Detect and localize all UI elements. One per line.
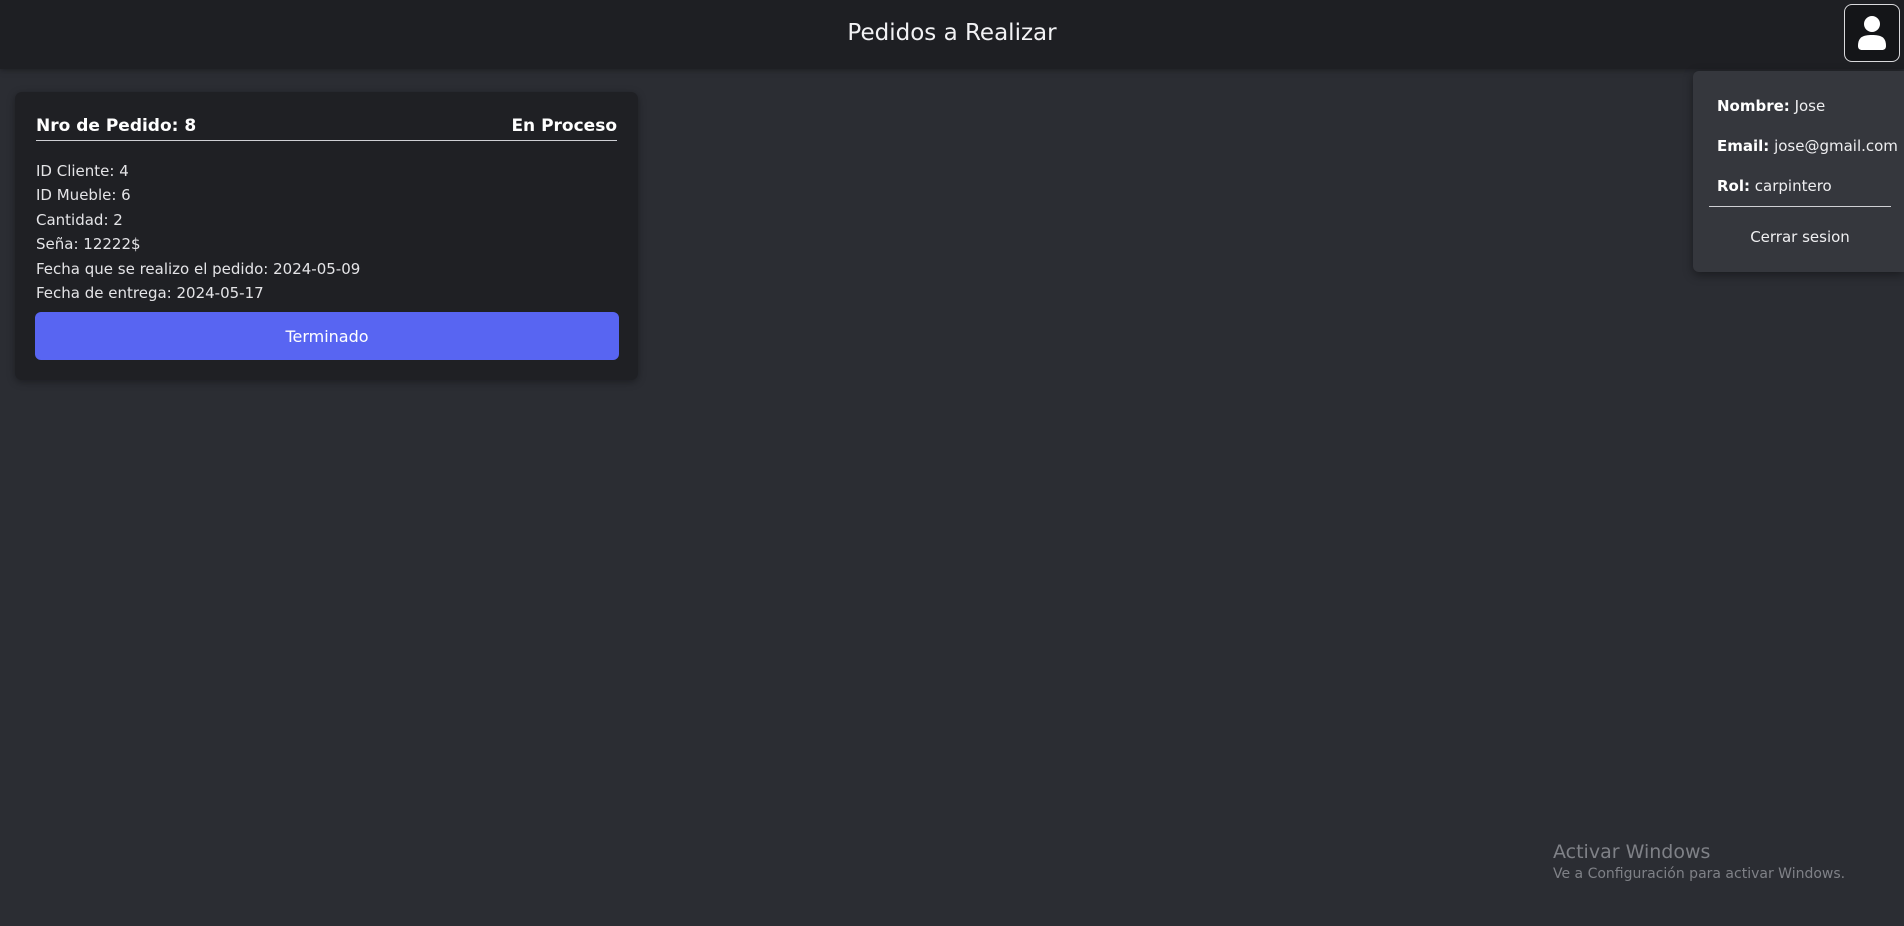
windows-activation-watermark: Activar Windows Ve a Configuración para … <box>1553 840 1845 884</box>
delivery-date: Fecha de entrega: 2024-05-17 <box>36 284 264 303</box>
user-role-row: Rol: carpintero <box>1717 177 1832 195</box>
user-name-value: Jose <box>1794 97 1826 115</box>
user-email-label: Email: <box>1717 137 1770 155</box>
user-email-value: jose@gmail.com <box>1774 137 1898 155</box>
user-icon <box>1858 16 1886 50</box>
user-menu-button[interactable] <box>1844 4 1900 62</box>
user-name-row: Nombre: Jose <box>1717 97 1825 115</box>
furniture-id: ID Mueble: 6 <box>36 186 131 205</box>
user-role-value: carpintero <box>1754 177 1832 195</box>
order-details: ID Cliente: 4 ID Mueble: 6 Cantidad: 2 S… <box>36 159 360 305</box>
user-name-label: Nombre: <box>1717 97 1790 115</box>
order-status: En Proceso <box>511 116 617 136</box>
page-title: Pedidos a Realizar <box>847 20 1057 46</box>
user-email-row: Email: jose@gmail.com <box>1717 137 1898 155</box>
order-number: Nro de Pedido: 8 <box>36 116 197 136</box>
order-date: Fecha que se realizo el pedido: 2024-05-… <box>36 259 361 278</box>
client-id: ID Cliente: 4 <box>36 162 129 180</box>
order-card: Nro de Pedido: 8 En Proceso ID Cliente: … <box>15 92 638 380</box>
quantity: Cantidad: 2 <box>36 210 123 229</box>
watermark-subtitle: Ve a Configuración para activar Windows. <box>1553 866 1846 882</box>
user-role-label: Rol: <box>1717 177 1750 195</box>
deposit: Seña: 12222$ <box>36 235 141 254</box>
logout-button[interactable]: Cerrar sesion <box>1709 221 1891 253</box>
watermark-title: Activar Windows <box>1553 841 1711 863</box>
top-bar: Pedidos a Realizar <box>0 0 1904 69</box>
user-dropdown: Nombre: Jose Email: jose@gmail.com Rol: … <box>1693 71 1904 272</box>
order-card-header: Nro de Pedido: 8 En Proceso <box>36 116 617 141</box>
finish-order-button[interactable]: Terminado <box>35 312 619 360</box>
panel-divider <box>1709 206 1891 207</box>
